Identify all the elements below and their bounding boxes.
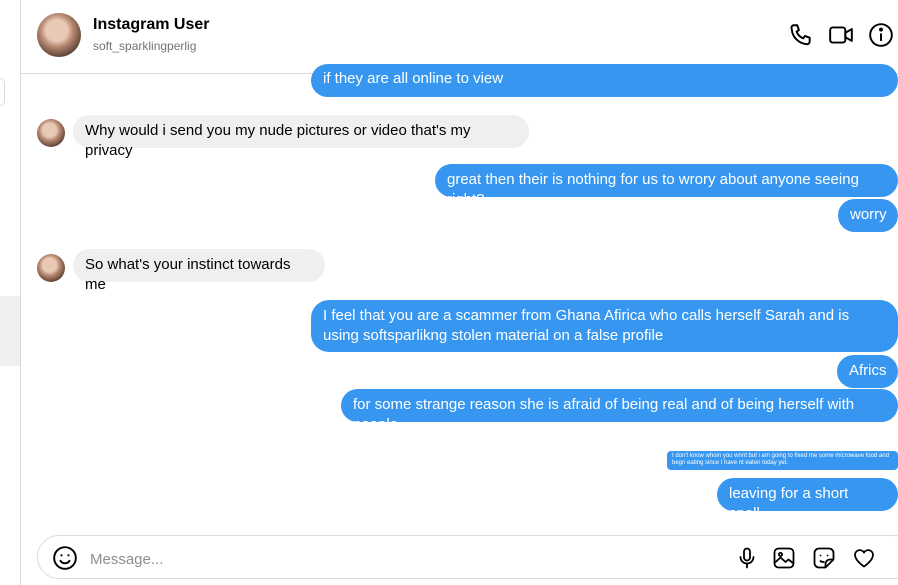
chat-header: Instagram User soft_sparklingperlig: [21, 0, 898, 74]
sidebar-tab-edge[interactable]: [0, 78, 5, 106]
message-thread: if they are all online to view Why would…: [21, 64, 898, 524]
message-bubble-incoming[interactable]: So what's your instinct towards me: [73, 249, 325, 293]
phone-icon[interactable]: [788, 22, 814, 48]
emoji-icon[interactable]: [52, 545, 78, 571]
avatar[interactable]: [37, 13, 81, 57]
message-bubble-outgoing[interactable]: if they are all online to view: [311, 64, 898, 97]
message-bubble-outgoing[interactable]: great then their is nothing for us to wr…: [435, 164, 898, 208]
heart-icon[interactable]: [852, 546, 876, 570]
microphone-icon[interactable]: [735, 546, 759, 570]
message-bubble-outgoing[interactable]: I feel that you are a scammer from Ghana…: [311, 300, 898, 352]
chat-user-handle: soft_sparklingperlig: [93, 39, 197, 53]
sidebar-edge: [0, 0, 21, 585]
avatar[interactable]: [37, 119, 65, 147]
video-icon[interactable]: [828, 22, 854, 48]
image-icon[interactable]: [772, 546, 796, 570]
chat-user-name[interactable]: Instagram User: [93, 16, 210, 34]
message-bubble-outgoing[interactable]: for some strange reason she is afraid of…: [341, 389, 898, 433]
info-icon[interactable]: [868, 22, 894, 48]
message-bubble-incoming[interactable]: Why would i send you my nude pictures or…: [73, 115, 529, 159]
message-bubble-outgoing[interactable]: I don't know whoin you wnnt but i am goi…: [667, 451, 898, 470]
message-bubble-outgoing[interactable]: leaving for a short spell..: [717, 478, 898, 522]
message-composer: [37, 535, 898, 579]
message-bubble-outgoing[interactable]: worry: [838, 199, 898, 232]
message-bubble-outgoing[interactable]: Africs: [837, 355, 898, 388]
avatar[interactable]: [37, 254, 65, 282]
message-input[interactable]: [88, 546, 652, 572]
sidebar-selected-item-edge[interactable]: [0, 296, 20, 366]
sticker-icon[interactable]: [812, 546, 836, 570]
